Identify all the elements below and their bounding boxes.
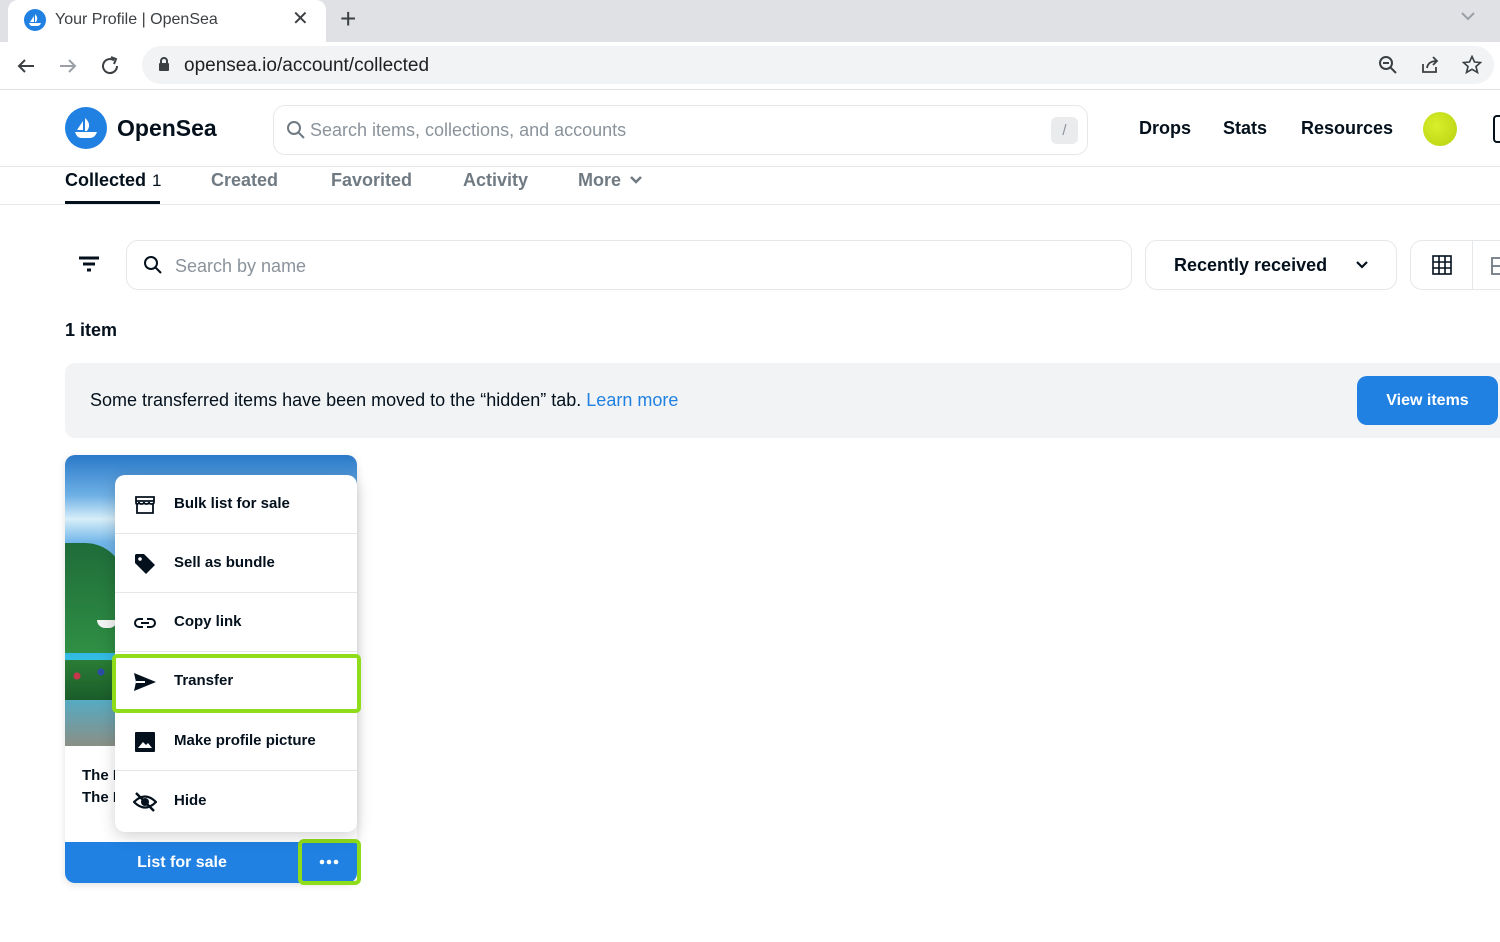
menu-label: Copy link <box>174 613 242 630</box>
user-avatar[interactable] <box>1423 112 1457 146</box>
active-tab-underline <box>65 201 160 204</box>
global-search[interactable]: / <box>273 105 1088 155</box>
image-icon <box>135 732 155 752</box>
back-arrow-icon[interactable] <box>14 54 38 78</box>
filter-icon[interactable] <box>76 253 102 275</box>
tab-more[interactable]: More <box>578 170 643 191</box>
more-button-highlight <box>298 839 361 885</box>
storefront-icon <box>135 496 155 514</box>
site-header: OpenSea / Drops Stats Resources <box>0 91 1500 167</box>
chevron-down-icon <box>630 176 642 184</box>
menu-label: Sell as bundle <box>174 554 275 571</box>
tab-close-icon[interactable]: ✕ <box>292 8 309 30</box>
chevron-down-icon <box>1356 261 1368 269</box>
tab-favorited[interactable]: Favorited <box>331 170 412 191</box>
opensea-logo-icon[interactable] <box>65 107 107 149</box>
hidden-items-notice: Some transferred items have been moved t… <box>65 363 1500 438</box>
notice-message: Some transferred items have been moved t… <box>90 390 582 410</box>
menu-item-bulk-list[interactable]: Bulk list for sale <box>115 475 357 534</box>
new-tab-button[interactable]: + <box>340 4 356 34</box>
item-count: 1 item <box>65 320 118 340</box>
search-icon <box>287 121 305 139</box>
notice-text: Some transferred items have been moved t… <box>90 390 678 411</box>
profile-tabs: Collected 1 Created Favorited Activity Mo… <box>0 167 1500 205</box>
view-toggle <box>1410 240 1500 290</box>
menu-item-hide[interactable]: Hide <box>115 772 357 831</box>
name-search[interactable] <box>126 240 1132 290</box>
browser-tab[interactable]: Your Profile | OpenSea ✕ <box>8 0 326 42</box>
search-shortcut-badge: / <box>1051 117 1078 144</box>
bookmark-star-icon[interactable] <box>1462 55 1482 75</box>
wallet-icon[interactable] <box>1493 115 1500 143</box>
tab-search-chevron-icon[interactable] <box>1458 6 1478 26</box>
nav-resources[interactable]: Resources <box>1301 118 1393 139</box>
grid-icon <box>1432 255 1452 275</box>
browser-tab-bar: Your Profile | OpenSea ✕ + <box>0 0 1500 42</box>
menu-label: Hide <box>174 792 207 809</box>
menu-item-sell-bundle[interactable]: Sell as bundle <box>115 534 357 593</box>
opensea-favicon-icon <box>24 9 46 31</box>
list-view-icon[interactable] <box>1491 257 1500 275</box>
tab-created[interactable]: Created <box>211 170 278 191</box>
tab-activity[interactable]: Activity <box>463 170 528 191</box>
nft-collection: The I <box>82 789 118 806</box>
nav-stats[interactable]: Stats <box>1223 118 1267 139</box>
url-text[interactable]: opensea.io/account/collected <box>184 55 429 77</box>
logo-text[interactable]: OpenSea <box>117 115 217 142</box>
forward-arrow-icon[interactable] <box>56 54 80 78</box>
browser-address-bar: opensea.io/account/collected <box>0 42 1500 90</box>
zoom-icon[interactable] <box>1378 55 1398 75</box>
tab-collected[interactable]: Collected 1 <box>65 170 162 191</box>
name-search-input[interactable] <box>175 253 1075 279</box>
share-icon[interactable] <box>1420 55 1440 75</box>
menu-label: Bulk list for sale <box>174 495 290 512</box>
global-search-input[interactable] <box>310 117 1030 143</box>
sort-label: Recently received <box>1174 255 1328 275</box>
menu-item-profile-picture[interactable]: Make profile picture <box>115 712 357 771</box>
menu-item-copy-link[interactable]: Copy link <box>115 593 357 652</box>
tag-icon <box>135 554 155 574</box>
reload-icon[interactable] <box>98 54 122 78</box>
nav-drops[interactable]: Drops <box>1139 118 1191 139</box>
list-for-sale-button[interactable]: List for sale <box>65 842 299 883</box>
eye-off-icon <box>133 792 157 812</box>
link-icon <box>134 618 156 628</box>
tab-collected-count: 1 <box>152 171 162 190</box>
transfer-highlight <box>112 654 361 713</box>
sort-dropdown[interactable]: Recently received <box>1145 240 1397 290</box>
grid-view-button[interactable] <box>1411 241 1473 289</box>
lock-icon[interactable] <box>158 57 170 72</box>
nft-name: The I <box>82 767 118 784</box>
omnibox[interactable]: opensea.io/account/collected <box>142 46 1494 84</box>
search-icon <box>144 256 162 274</box>
tab-more-label: More <box>578 170 622 190</box>
tab-collected-label: Collected <box>65 170 147 190</box>
learn-more-link[interactable]: Learn more <box>586 390 678 410</box>
menu-label: Make profile picture <box>174 732 316 749</box>
view-items-button[interactable]: View items <box>1357 376 1498 425</box>
tab-title: Your Profile | OpenSea <box>55 11 218 28</box>
